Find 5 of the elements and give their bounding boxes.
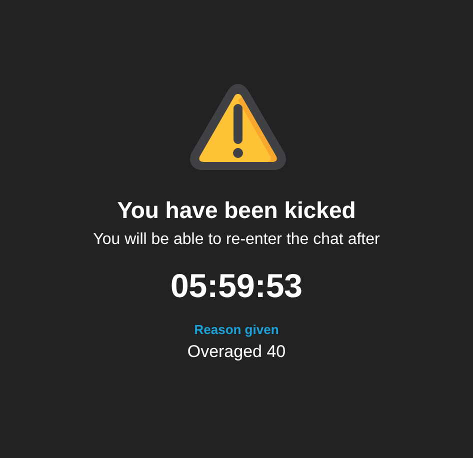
reason-text: Overaged 40: [187, 342, 286, 362]
reason-label: Reason given: [194, 322, 279, 338]
kicked-title: You have been kicked: [117, 196, 356, 224]
countdown-timer: 05:59:53: [170, 266, 303, 306]
reentry-message: You will be able to re-enter the chat after: [93, 230, 380, 250]
